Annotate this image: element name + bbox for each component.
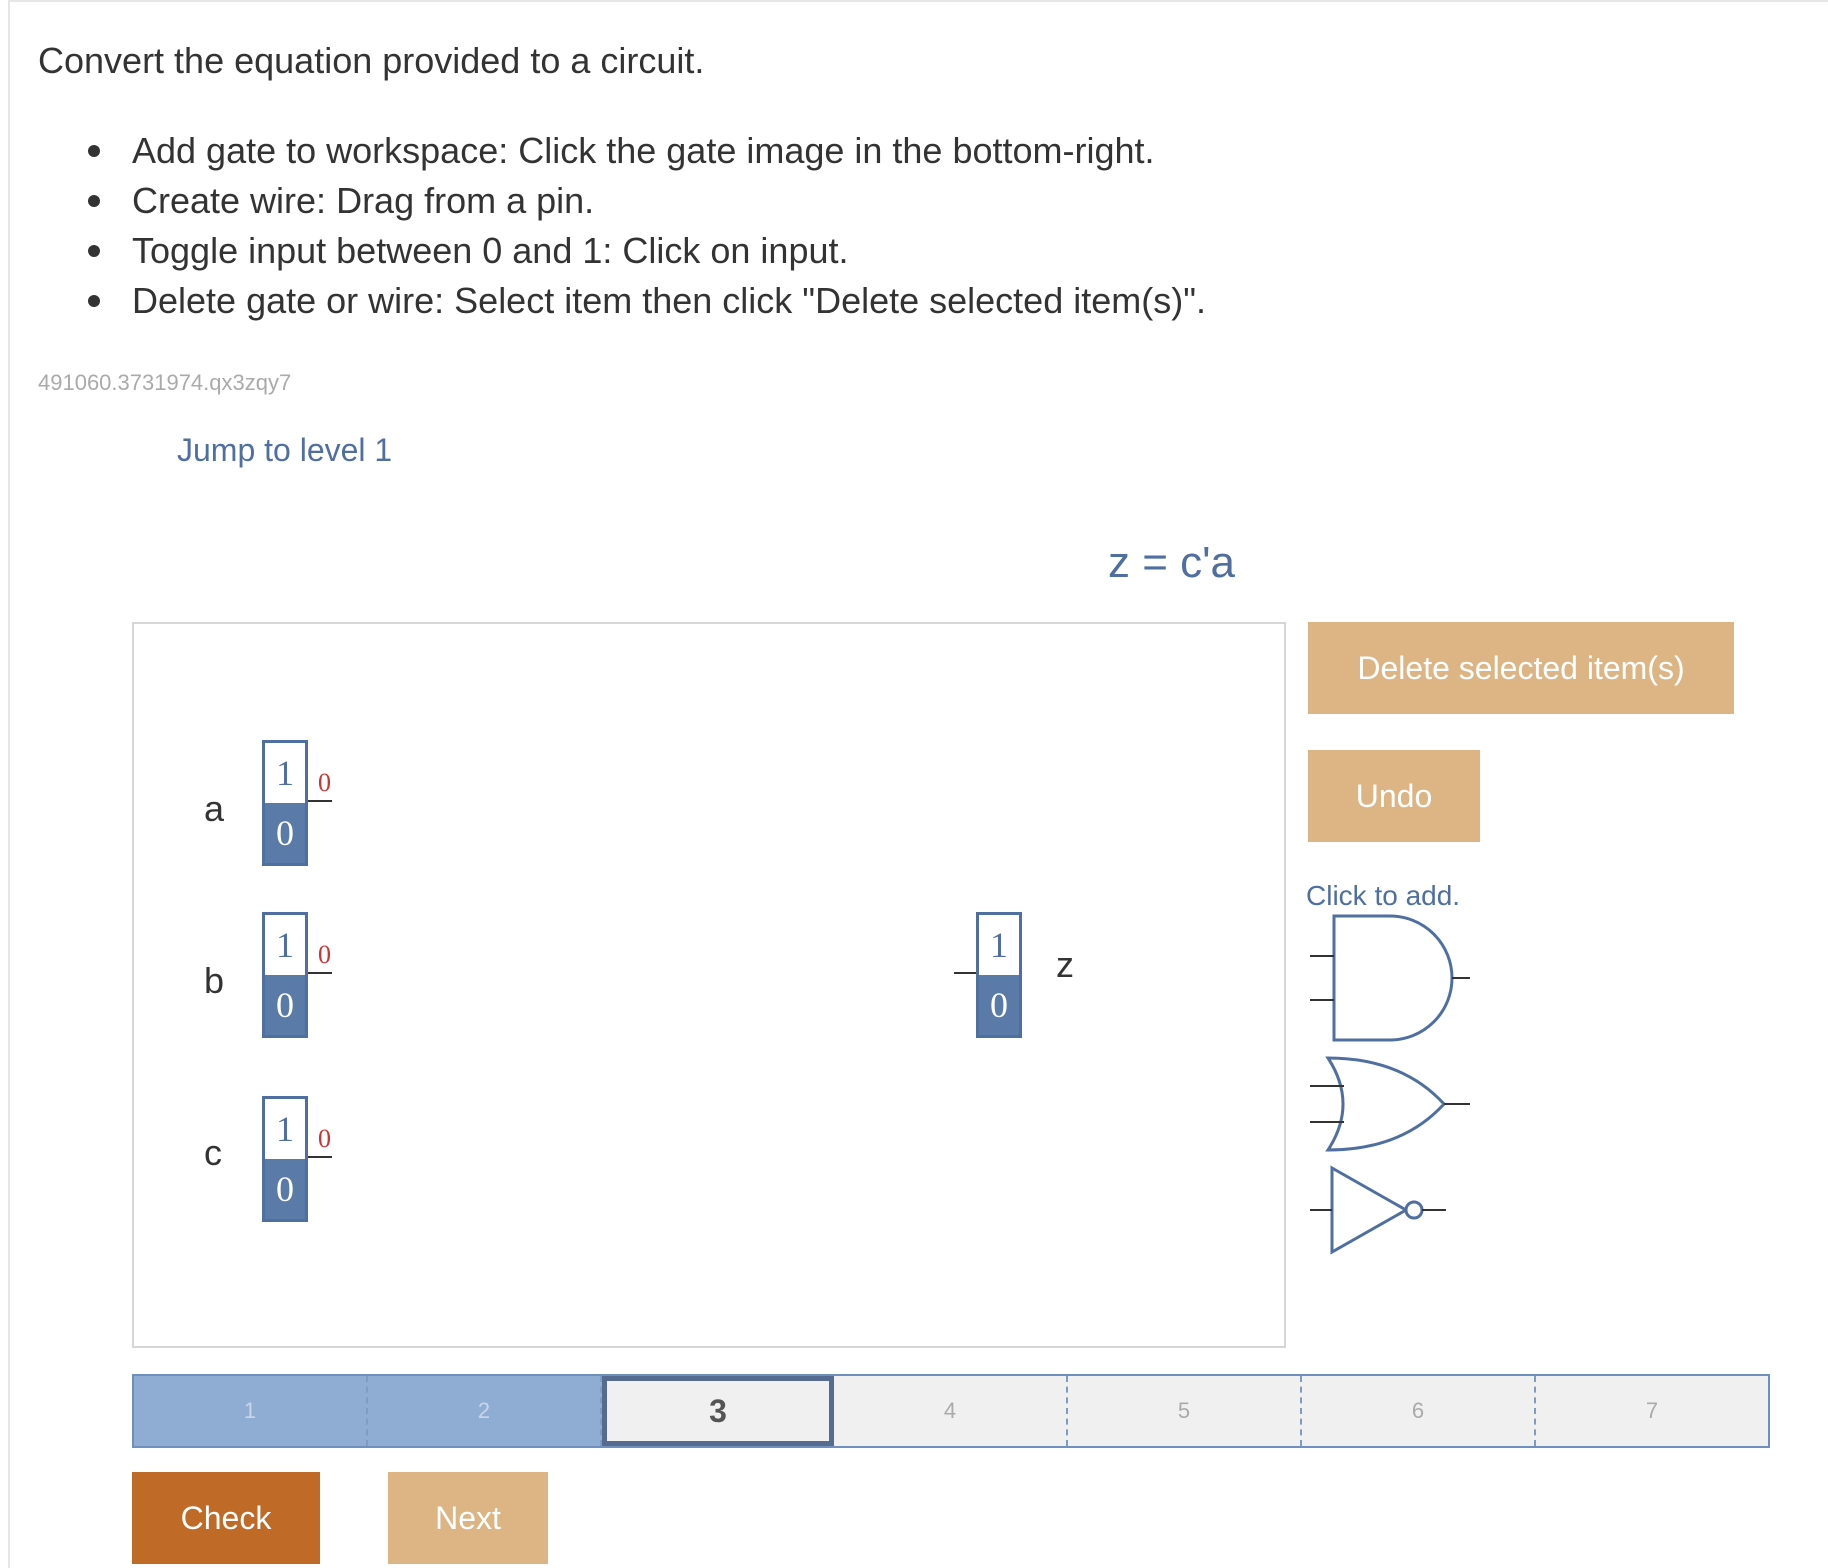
output-label-z: z xyxy=(1056,944,1074,985)
toggle-zero: 0 xyxy=(265,803,305,863)
output-pin-z[interactable] xyxy=(954,972,978,974)
next-button[interactable]: Next xyxy=(388,1472,548,1564)
toggle-one: 1 xyxy=(276,753,294,793)
input-value-a: 0 xyxy=(318,768,331,797)
level-segment-1[interactable]: 1 xyxy=(134,1376,368,1446)
and-gate-icon[interactable] xyxy=(1306,912,1470,1044)
input-label-c: c xyxy=(204,1132,222,1173)
toggle-zero: 0 xyxy=(265,1159,305,1219)
delete-selected-button[interactable]: Delete selected item(s) xyxy=(1308,622,1734,714)
level-progress-bar: 1 2 3 4 5 6 7 xyxy=(132,1374,1770,1448)
instruction-step: Toggle input between 0 and 1: Click on i… xyxy=(88,226,1206,276)
input-value-c: 0 xyxy=(318,1124,331,1153)
output-display-z: 1 0 xyxy=(976,912,1022,1038)
click-to-add-label: Click to add. xyxy=(1306,880,1461,911)
or-gate-icon[interactable] xyxy=(1306,1054,1470,1154)
not-gate-icon[interactable] xyxy=(1306,1164,1450,1256)
input-pin-b[interactable] xyxy=(308,972,332,974)
output-one: 1 xyxy=(990,925,1008,965)
equation: z = c'a xyxy=(1108,538,1236,587)
input-pin-a[interactable] xyxy=(308,800,332,802)
jump-to-level-link[interactable]: Jump to level 1 xyxy=(177,432,392,469)
toggle-one: 1 xyxy=(276,1109,294,1149)
circuit-workspace[interactable]: a 1 0 0 b 1 0 0 c 1 0 0 1 0 z xyxy=(132,622,1286,1348)
undo-button[interactable]: Undo xyxy=(1308,750,1480,842)
level-segment-6[interactable]: 6 xyxy=(1302,1376,1536,1446)
level-segment-2[interactable]: 2 xyxy=(368,1376,602,1446)
level-segment-5[interactable]: 5 xyxy=(1068,1376,1302,1446)
input-toggle-a[interactable]: 1 0 xyxy=(262,740,308,866)
instruction-step: Add gate to workspace: Click the gate im… xyxy=(88,126,1206,176)
input-pin-c[interactable] xyxy=(308,1156,332,1158)
output-zero: 0 xyxy=(979,975,1019,1035)
input-value-b: 0 xyxy=(318,940,331,969)
check-button[interactable]: Check xyxy=(132,1472,320,1564)
instructions-title: Convert the equation provided to a circu… xyxy=(38,40,705,81)
instruction-steps: Add gate to workspace: Click the gate im… xyxy=(88,126,1206,326)
instruction-step: Create wire: Drag from a pin. xyxy=(88,176,1206,226)
input-label-a: a xyxy=(204,788,225,829)
toggle-zero: 0 xyxy=(265,975,305,1035)
level-segment-3[interactable]: 3 xyxy=(602,1376,834,1446)
instruction-step: Delete gate or wire: Select item then cl… xyxy=(88,276,1206,326)
input-label-b: b xyxy=(204,960,225,1001)
toggle-one: 1 xyxy=(276,925,294,965)
activity-id: 491060.3731974.qx3zqy7 xyxy=(38,370,292,395)
input-toggle-b[interactable]: 1 0 xyxy=(262,912,308,1038)
level-segment-7[interactable]: 7 xyxy=(1536,1376,1768,1446)
level-segment-4[interactable]: 4 xyxy=(834,1376,1068,1446)
input-toggle-c[interactable]: 1 0 xyxy=(262,1096,308,1222)
